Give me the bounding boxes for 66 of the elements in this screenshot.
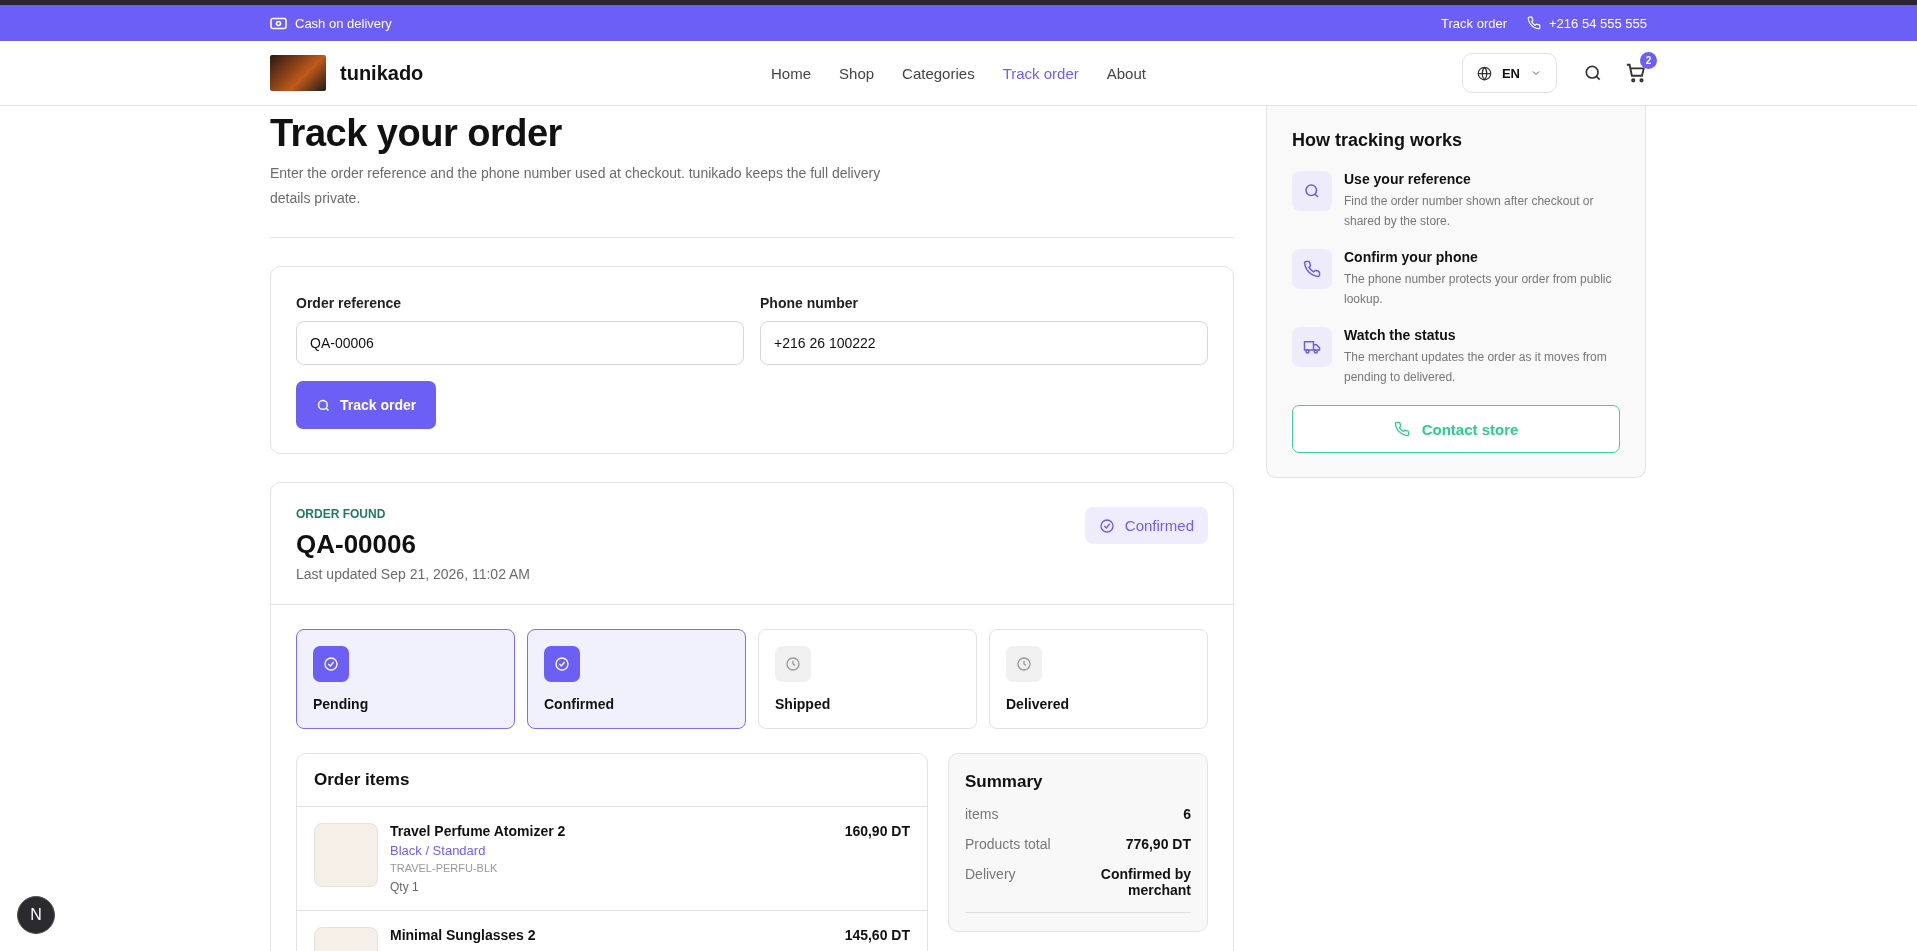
search-icon <box>316 397 331 413</box>
phone-icon <box>1527 16 1542 30</box>
summary-label: Products total <box>965 836 1051 852</box>
help-title: How tracking works <box>1292 130 1464 151</box>
clock-icon <box>1016 656 1032 672</box>
order-found-label: ORDER FOUND <box>296 507 387 521</box>
summary-title: Summary <box>965 772 1044 792</box>
product-variant: Black / Standard <box>390 843 487 858</box>
status-badge: Confirmed <box>1084 507 1208 544</box>
clock-icon <box>785 656 801 672</box>
language-selector[interactable]: EN <box>1461 53 1557 93</box>
order-items-title: Order items <box>297 754 927 807</box>
check-circle-icon <box>1098 517 1115 534</box>
input-field[interactable]: QA-00006 <box>296 321 744 365</box>
progress-step: Pending <box>296 629 515 729</box>
check-circle-icon <box>323 656 339 672</box>
product-name: Travel Perfume Atomizer 2 <box>390 823 567 839</box>
truck-icon <box>1292 327 1332 367</box>
summary-label: Delivery <box>965 866 1016 884</box>
product-name: Minimal Sunglasses 2 <box>390 927 537 943</box>
top-bar-link[interactable]: +216 54 555 555 <box>1527 15 1647 31</box>
nav-link[interactable]: About <box>1106 64 1146 82</box>
help-step-text: The phone number protects your order from public lookup. <box>1344 271 1613 308</box>
payment-note: Cash on delivery <box>295 15 392 31</box>
field-label: Order reference <box>296 295 403 311</box>
search-icon <box>1292 171 1332 211</box>
product-photo-placeholder <box>314 823 378 887</box>
help-step-title: Confirm your phone <box>1344 249 1479 265</box>
phone-icon <box>1292 249 1332 289</box>
banknote-icon <box>270 16 287 30</box>
nav-link[interactable]: Shop <box>839 64 875 82</box>
search-icon[interactable] <box>1583 63 1603 83</box>
help-step-title: Watch the status <box>1344 327 1457 343</box>
product-sku: TRAVEL-PERFU-BLK <box>390 862 499 874</box>
globe-icon <box>1476 65 1492 81</box>
help-step-text: Find the order number shown after checkout or shared by the store. <box>1344 193 1595 230</box>
cart-icon[interactable] <box>1625 62 1647 84</box>
top-bar-link[interactable]: Track order <box>1441 15 1508 31</box>
page-title: Track your order <box>270 112 563 155</box>
logo-photo-placeholder[interactable] <box>270 55 326 91</box>
dev-tools-button[interactable]: N <box>17 896 55 934</box>
product-price: 145,60 DT <box>844 927 910 945</box>
progress-step: Delivered <box>989 629 1208 729</box>
brand-name[interactable]: tunikado <box>340 61 424 85</box>
summary-value: 776,90 DT <box>1124 836 1191 852</box>
nav-link[interactable]: Categories <box>902 64 975 82</box>
progress-step: Confirmed <box>527 629 746 729</box>
summary-value: Confirmed by merchant <box>1099 866 1191 898</box>
progress-step: Shipped <box>758 629 977 729</box>
help-step-text: The merchant updates the order as it moves from pending to delivered. <box>1344 349 1608 386</box>
cart-count-badge: 2 <box>1640 52 1657 69</box>
track-order-button[interactable]: Track order <box>296 381 437 429</box>
summary-label: items <box>965 806 999 822</box>
field-label: Phone number <box>760 295 859 311</box>
help-step-title: Use your reference <box>1344 171 1472 187</box>
input-field[interactable]: +216 26 100222 <box>760 321 1208 365</box>
page-description: Enter the order reference and the phone number used at checkout. tunikado keeps the full delivery details private. <box>270 164 882 208</box>
order-reference: QA-00006 <box>296 529 417 560</box>
product-quantity: Qty 1 <box>390 880 420 894</box>
nav-link[interactable]: Track order <box>1002 64 1079 82</box>
last-updated-text: Last updated Sep 21, 2026, 11:02 AM <box>296 566 531 582</box>
summary-value: 6 <box>1182 806 1191 822</box>
phone-icon <box>1393 421 1410 437</box>
nav-link[interactable]: Home <box>771 64 812 82</box>
product-price: 160,90 DT <box>844 823 910 841</box>
check-circle-icon <box>554 656 570 672</box>
